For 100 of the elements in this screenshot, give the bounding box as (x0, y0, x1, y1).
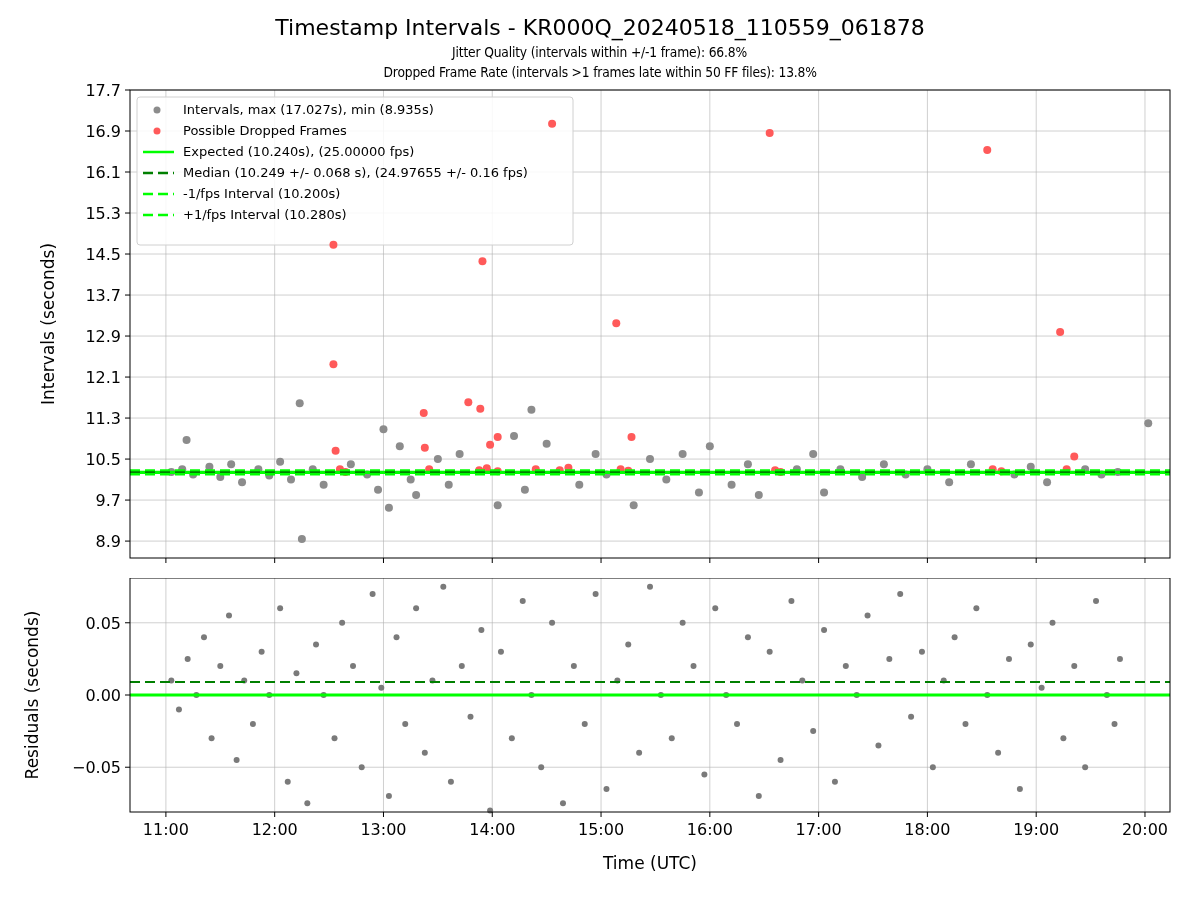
data-point (293, 670, 300, 677)
data-point (241, 677, 248, 684)
data-point (581, 720, 588, 727)
data-point (564, 463, 573, 472)
data-point (320, 692, 327, 698)
data-point (549, 619, 556, 626)
data-point (973, 605, 980, 612)
tick-label: 14.5 (85, 245, 121, 265)
data-point (413, 605, 420, 612)
axis-label: Intervals (seconds) (38, 242, 58, 406)
tick-label: 10.5 (85, 450, 121, 470)
data-point (984, 692, 991, 698)
data-point (1071, 663, 1078, 670)
tick-label: −0.05 (71, 758, 121, 778)
data-point (277, 605, 284, 612)
tick-label: 17:00 (795, 820, 842, 839)
data-point (1006, 655, 1012, 662)
data-point (346, 460, 355, 469)
data-point (1049, 619, 1056, 626)
data-point (258, 648, 265, 655)
data-point (988, 465, 997, 474)
data-point (335, 465, 344, 474)
tick-label: 17.7 (85, 82, 121, 100)
tick-label: 11:00 (142, 820, 189, 839)
legend-label: Median (10.249 +/- 0.068 s), (24.97655 +/- 0.16 fps) (183, 165, 528, 180)
data-point (1016, 785, 1023, 792)
axis-label: Time (UTC) (603, 853, 697, 873)
tick-label: 0.00 (85, 686, 121, 705)
data-point (266, 692, 273, 698)
data-point (227, 460, 236, 469)
data-point (538, 764, 545, 771)
tick-label: 8.9 (95, 532, 121, 552)
data-point (629, 501, 638, 510)
data-point (602, 470, 611, 479)
tick-label: 12:00 (251, 820, 298, 839)
data-point (743, 460, 752, 469)
axis-label: Residuals (seconds) (22, 610, 42, 780)
data-point (592, 590, 599, 597)
data-point (486, 440, 495, 449)
tick-label: 16.1 (85, 163, 121, 182)
data-point (1081, 465, 1090, 474)
tick-label: 13:00 (360, 820, 407, 839)
data-point (705, 442, 714, 451)
tick-label: 0.05 (85, 613, 121, 633)
data-point (493, 501, 502, 510)
data-point (951, 634, 958, 641)
data-point (1116, 655, 1123, 662)
data-point (1056, 327, 1065, 336)
data-point (820, 488, 829, 497)
legend-label: Possible Dropped Frames (183, 123, 347, 138)
data-point (419, 408, 428, 417)
tick-label: 12.9 (85, 327, 121, 347)
data-point (254, 465, 263, 474)
data-point (193, 692, 200, 698)
data-point (559, 800, 566, 807)
tick-label: 13.7 (85, 286, 121, 306)
data-point (901, 470, 910, 479)
data-point (447, 778, 454, 785)
data-point (647, 583, 653, 590)
data-point (662, 475, 671, 484)
data-point (908, 713, 915, 720)
data-point (420, 443, 429, 452)
data-point (508, 735, 515, 742)
data-point (777, 757, 784, 763)
data-point (476, 404, 485, 413)
data-point (679, 619, 686, 626)
tick-label: 15.3 (85, 204, 121, 223)
data-point (1103, 692, 1110, 698)
legend-label: Expected (10.240s), (25.00000 fps) (183, 144, 415, 159)
tick-label: 16:00 (686, 820, 733, 839)
data-point (810, 728, 817, 735)
data-point (1026, 462, 1035, 471)
data-point (510, 432, 518, 440)
data-point (712, 605, 719, 612)
data-point (1111, 720, 1118, 727)
data-point (755, 793, 762, 800)
data-point (406, 475, 415, 484)
data-point (1082, 764, 1089, 771)
data-point (478, 627, 485, 633)
data-point (393, 634, 400, 641)
data-point (339, 619, 346, 626)
data-point (765, 129, 774, 138)
tick-label: 14:00 (469, 820, 516, 839)
data-point (178, 465, 187, 474)
data-point (995, 749, 1002, 756)
data-point (497, 648, 504, 655)
data-point (297, 535, 306, 544)
legend-label: -1/fps Interval (10.200s) (183, 186, 341, 201)
data-point (1010, 470, 1019, 479)
data-point (657, 692, 664, 698)
data-point (444, 480, 453, 489)
data-point (897, 590, 904, 597)
data-point (945, 478, 954, 487)
figure-subtitle: Dropped Frame Rate (intervals >1 frames late within 50 FF files): 13.8% (383, 63, 817, 82)
data-point (668, 735, 675, 742)
data-point (384, 503, 393, 512)
legend-marker-icon (153, 127, 161, 135)
data-point (374, 485, 383, 494)
data-point (766, 648, 773, 655)
tick-label: 16.9 (85, 122, 121, 141)
